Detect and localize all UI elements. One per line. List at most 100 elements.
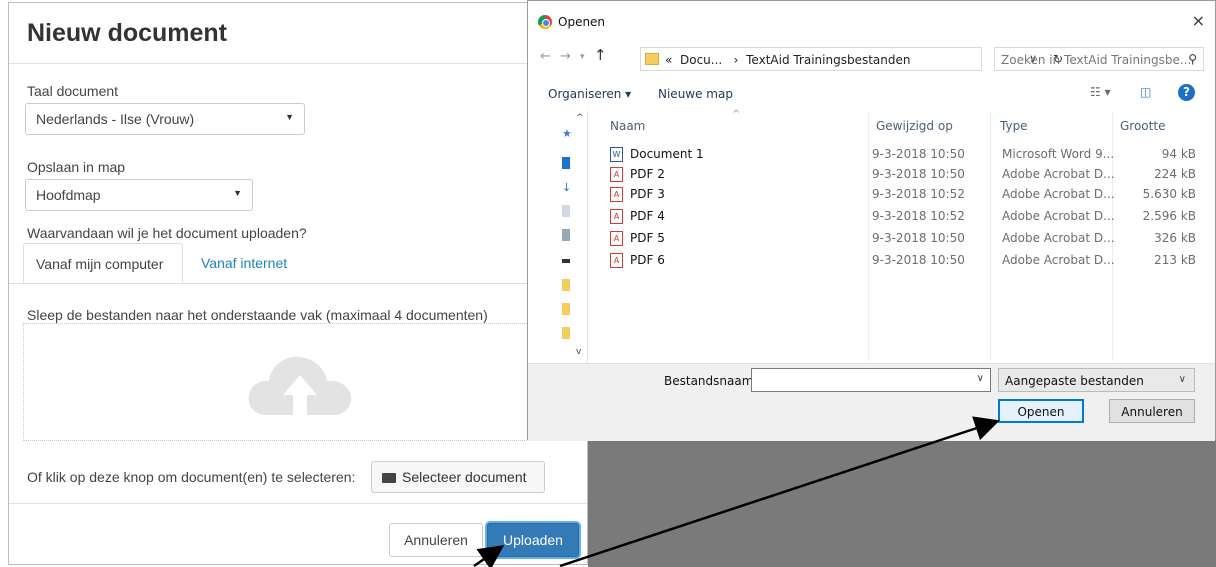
folder-select[interactable]: Hoofdmap ▼ xyxy=(25,179,253,211)
language-select[interactable]: Nederlands - Ilse (Vrouw) ▼ xyxy=(25,103,305,135)
filename-input[interactable]: ∨ xyxy=(751,368,991,392)
folder-label: Opslaan in map xyxy=(27,159,126,175)
tab-from-computer[interactable]: Vanaf mijn computer xyxy=(23,243,183,283)
close-icon[interactable]: × xyxy=(1192,11,1205,30)
pdf-icon: A xyxy=(610,231,623,246)
file-name: PDF 4 xyxy=(630,209,665,223)
cloud-upload-icon xyxy=(248,356,352,415)
open-button[interactable]: Openen xyxy=(998,399,1084,423)
file-open-dialog: Openen × ← → ▾ ↑ « Docu... › TextAid Tra… xyxy=(527,0,1216,441)
folder-icon xyxy=(562,303,570,315)
preview-pane-icon[interactable]: ◫ xyxy=(1140,85,1151,99)
file-name: Document 1 xyxy=(630,147,704,161)
file-row[interactable]: A PDF 5 9-3-2018 10:50 Adobe Acrobat D..… xyxy=(606,229,1206,249)
chrome-icon xyxy=(538,15,552,29)
folder-select-value: Hoofdmap xyxy=(36,187,101,203)
cancel-button[interactable]: Annuleren xyxy=(389,523,483,557)
chevron-down-icon[interactable]: ∨ xyxy=(977,373,984,384)
drop-instructions: Sleep de bestanden naar het onderstaande… xyxy=(27,307,488,323)
file-row[interactable]: A PDF 2 9-3-2018 10:50 Adobe Acrobat D..… xyxy=(606,165,1206,185)
forward-arrow-icon[interactable]: → xyxy=(560,49,571,64)
file-name: PDF 6 xyxy=(630,253,665,267)
file-name: PDF 2 xyxy=(630,167,665,181)
new-document-dialog: Nieuw document Taal document Nederlands … xyxy=(8,2,588,565)
file-size: 224 kB xyxy=(1154,167,1196,181)
tab-from-internet[interactable]: Vanaf internet xyxy=(201,255,287,271)
file-type-value: Aangepaste bestanden xyxy=(1005,374,1144,388)
column-name[interactable]: Naam xyxy=(610,119,645,133)
tab-label: Vanaf mijn computer xyxy=(36,256,164,272)
file-date: 9-3-2018 10:52 xyxy=(872,209,965,223)
file-row[interactable]: A PDF 3 9-3-2018 10:52 Adobe Acrobat D..… xyxy=(606,185,1206,205)
downloads-icon: ↓ xyxy=(562,181,572,194)
caret-down-icon: ▼ xyxy=(233,188,242,198)
file-size: 326 kB xyxy=(1154,231,1196,245)
folder-icon xyxy=(562,327,570,339)
file-name: PDF 5 xyxy=(630,231,665,245)
select-document-button[interactable]: Selecteer document xyxy=(371,461,545,493)
pdf-icon: A xyxy=(610,253,623,268)
pdf-icon: A xyxy=(610,209,623,224)
documents-icon xyxy=(562,205,570,217)
address-bar[interactable]: « Docu... › TextAid Trainingsbestanden ∨… xyxy=(640,47,1063,71)
pdf-icon: A xyxy=(610,167,623,182)
back-arrow-icon[interactable]: ← xyxy=(540,49,551,64)
scroll-down-icon[interactable]: v xyxy=(576,347,581,357)
breadcrumb-overflow[interactable]: « xyxy=(665,53,672,67)
upload-button[interactable]: Uploaden xyxy=(487,523,579,557)
divider xyxy=(9,63,587,64)
file-type: Microsoft Word 9... xyxy=(1002,147,1115,161)
view-options-icon[interactable]: ☷ ▾ xyxy=(1090,85,1111,99)
file-row[interactable]: A PDF 4 9-3-2018 10:52 Adobe Acrobat D..… xyxy=(606,207,1206,227)
breadcrumb: « Docu... › TextAid Trainingsbestanden xyxy=(665,53,911,67)
select-prompt: Of klik op deze knop om document(en) te … xyxy=(27,469,356,485)
footer-divider xyxy=(9,503,587,504)
folder-icon xyxy=(562,279,570,291)
column-modified[interactable]: Gewijzigd op xyxy=(876,119,953,133)
file-size: 5.630 kB xyxy=(1142,187,1196,201)
file-date: 9-3-2018 10:50 xyxy=(872,231,965,245)
word-icon: W xyxy=(610,147,623,162)
up-arrow-icon[interactable]: ↑ xyxy=(594,46,607,64)
organize-menu[interactable]: Organiseren ▾ xyxy=(548,87,631,101)
column-size[interactable]: Grootte xyxy=(1120,119,1165,133)
file-date: 9-3-2018 10:50 xyxy=(872,167,965,181)
search-icon: ⚲ xyxy=(1188,52,1197,66)
breadcrumb-textaid[interactable]: TextAid Trainingsbestanden xyxy=(746,53,910,67)
pdf-icon: A xyxy=(610,187,623,202)
folder-open-icon xyxy=(382,473,396,483)
folder-icon xyxy=(645,53,659,65)
language-select-value: Nederlands - Ilse (Vrouw) xyxy=(36,111,195,127)
navigation-pane[interactable]: ★ ↓ ^ v xyxy=(558,111,588,363)
language-label: Taal document xyxy=(27,83,119,99)
file-type-select[interactable]: Aangepaste bestanden ∨ xyxy=(998,368,1195,392)
file-type: Adobe Acrobat D... xyxy=(1002,231,1115,245)
desktop-icon xyxy=(562,157,570,169)
upload-question: Waarvandaan wil je het document uploaden… xyxy=(27,225,307,241)
recent-dropdown-icon[interactable]: ▾ xyxy=(580,52,585,62)
breadcrumb-docu[interactable]: Docu... xyxy=(680,53,722,67)
file-row[interactable]: A PDF 6 9-3-2018 10:50 Adobe Acrobat D..… xyxy=(606,251,1206,271)
file-size: 2.596 kB xyxy=(1142,209,1196,223)
drive-icon xyxy=(562,259,570,263)
scroll-up-icon[interactable]: ^ xyxy=(576,113,584,123)
file-size: 94 kB xyxy=(1161,147,1196,161)
scrollbar[interactable]: ^ v xyxy=(574,111,586,363)
caret-down-icon: ▼ xyxy=(285,112,294,122)
pictures-icon xyxy=(562,229,570,241)
sort-caret-icon: ^ xyxy=(732,109,741,120)
cancel-button[interactable]: Annuleren xyxy=(1109,399,1195,423)
file-size: 213 kB xyxy=(1154,253,1196,267)
file-date: 9-3-2018 10:52 xyxy=(872,187,965,201)
help-icon[interactable]: ? xyxy=(1178,84,1195,101)
file-type: Adobe Acrobat D... xyxy=(1002,209,1115,223)
search-input[interactable]: Zoeken in TextAid Trainingsbe... ⚲ xyxy=(994,47,1204,71)
new-folder-button[interactable]: Nieuwe map xyxy=(658,87,733,101)
dialog-title: Nieuw document xyxy=(27,19,228,47)
file-type: Adobe Acrobat D... xyxy=(1002,167,1115,181)
column-type[interactable]: Type xyxy=(1000,119,1028,133)
file-row[interactable]: W Document 1 9-3-2018 10:50 Microsoft Wo… xyxy=(606,145,1206,165)
tab-divider xyxy=(9,283,587,284)
file-date: 9-3-2018 10:50 xyxy=(872,253,965,267)
quick-access-icon: ★ xyxy=(562,127,572,140)
